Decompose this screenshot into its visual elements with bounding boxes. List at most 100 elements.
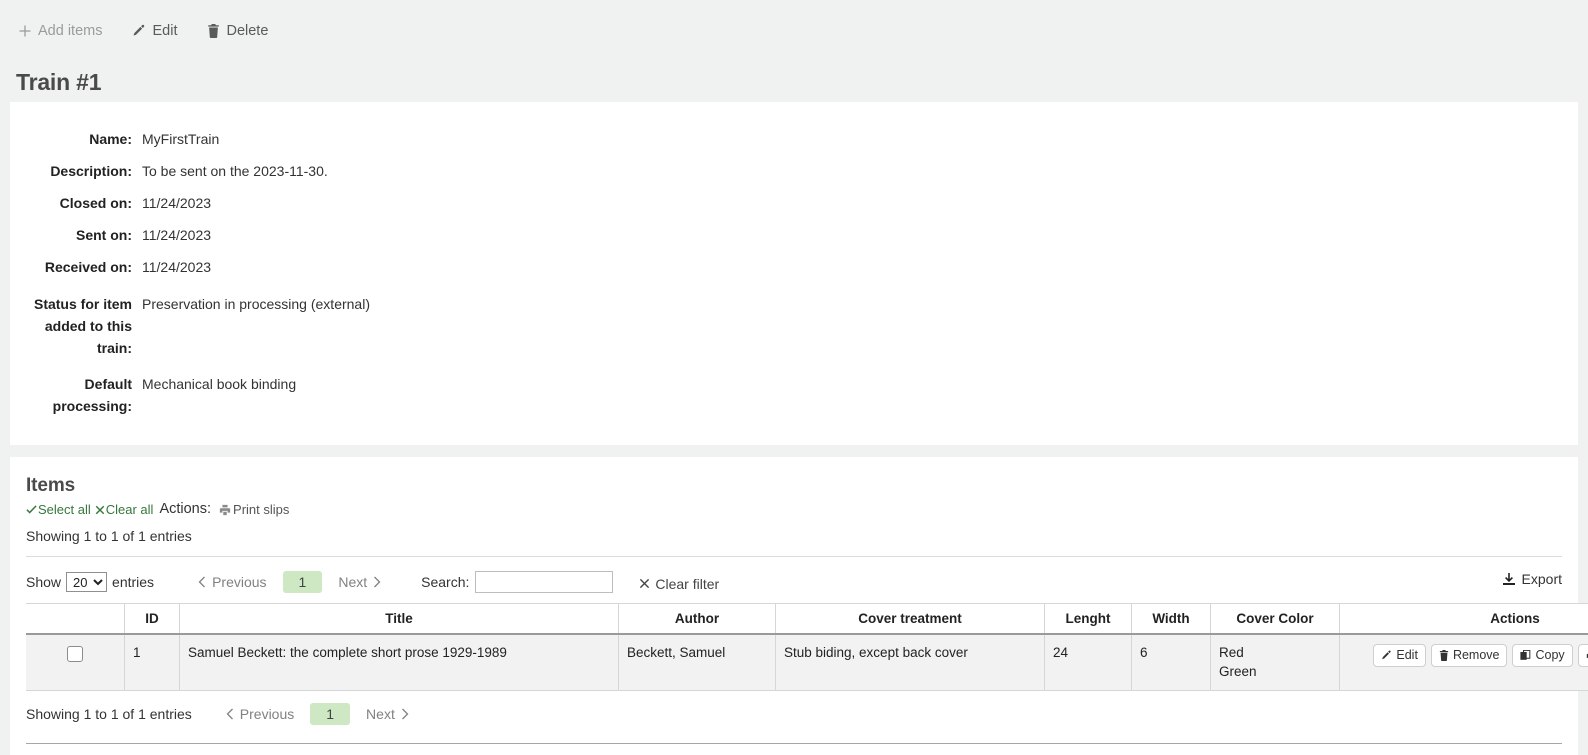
column-header-author[interactable]: Author	[619, 604, 776, 635]
x-icon	[95, 505, 105, 515]
page-length-select[interactable]: 20	[66, 572, 107, 592]
page-1-button-bottom[interactable]: 1	[310, 703, 350, 725]
pencil-icon	[132, 24, 146, 38]
detail-row-status: Status for item added to this train: Pre…	[10, 293, 1578, 359]
printer-icon	[219, 504, 231, 516]
search-input[interactable]	[475, 571, 613, 593]
clear-all-label: Clear all	[106, 502, 154, 518]
detail-value-default-processing: Mechanical book binding	[142, 373, 296, 395]
column-header-select[interactable]	[26, 604, 125, 635]
detail-value-description: To be sent on the 2023-11-30.	[142, 160, 328, 182]
table-row: 1 Samuel Beckett: the complete short pro…	[26, 634, 1588, 690]
column-header-width[interactable]: Width	[1132, 604, 1211, 635]
show-label: Show	[26, 574, 61, 590]
page-length-control: Show 20 entries	[26, 572, 154, 592]
add-items-button[interactable]: Add items	[16, 20, 104, 43]
column-header-lenght[interactable]: Lenght	[1045, 604, 1132, 635]
clear-filter-button[interactable]: Clear filter	[639, 576, 719, 592]
row-edit-button[interactable]: Edit	[1373, 644, 1426, 667]
row-print-slip-button[interactable]: Print slip	[1578, 644, 1588, 667]
detail-value-received-on: 11/24/2023	[142, 256, 211, 278]
train-detail-list: Name: MyFirstTrain Description: To be se…	[10, 128, 1578, 417]
detail-row-sent-on: Sent on: 11/24/2023	[10, 224, 1578, 246]
column-header-actions[interactable]: Actions	[1340, 604, 1588, 635]
download-icon	[1502, 572, 1516, 586]
showing-entries-top: Showing 1 to 1 of 1 entries	[26, 528, 1562, 544]
copy-icon	[1520, 650, 1531, 661]
cell-cover-color: Red Green	[1211, 634, 1340, 690]
entries-label: entries	[112, 574, 154, 590]
select-all-link[interactable]: Select all	[26, 502, 91, 518]
row-checkbox[interactable]	[67, 646, 83, 662]
showing-entries-bottom: Showing 1 to 1 of 1 entries	[26, 706, 192, 722]
pagination-top: Previous 1 Next	[186, 571, 393, 593]
edit-button[interactable]: Edit	[130, 20, 179, 43]
delete-label: Delete	[226, 24, 268, 39]
column-header-id[interactable]: ID	[125, 604, 180, 635]
detail-row-description: Description: To be sent on the 2023-11-3…	[10, 160, 1578, 182]
detail-value-status: Preservation in processing (external)	[142, 293, 370, 315]
page-title: Train #1	[0, 62, 1588, 102]
chevron-right-icon	[401, 708, 409, 720]
previous-label-bottom: Previous	[240, 706, 294, 722]
detail-row-closed-on: Closed on: 11/24/2023	[10, 192, 1578, 214]
select-all-label: Select all	[38, 502, 91, 518]
next-button-top[interactable]: Next	[326, 571, 393, 593]
items-table-head: ID Title Author Cover treatment Lenght W…	[26, 604, 1588, 635]
detail-row-name: Name: MyFirstTrain	[10, 128, 1578, 150]
cell-width: 6	[1132, 634, 1211, 690]
cell-lenght: 24	[1045, 634, 1132, 690]
cell-author: Beckett, Samuel	[619, 634, 776, 690]
train-detail-card: Name: MyFirstTrain Description: To be se…	[10, 102, 1578, 445]
detail-label-name: Name:	[10, 128, 132, 150]
detail-label-closed-on: Closed on:	[10, 192, 132, 214]
cover-color-line-2: Green	[1219, 663, 1331, 681]
search-control: Search:	[421, 571, 613, 593]
clear-filter-label: Clear filter	[655, 576, 719, 592]
items-table-body: 1 Samuel Beckett: the complete short pro…	[26, 634, 1588, 690]
trash-icon	[207, 24, 220, 38]
column-header-cover-color[interactable]: Cover Color	[1211, 604, 1340, 635]
detail-label-default-processing: Default processing:	[10, 373, 132, 417]
print-slips-link[interactable]: Print slips	[219, 502, 289, 518]
next-label-top: Next	[338, 574, 367, 590]
export-button[interactable]: Export	[1502, 571, 1562, 587]
plus-icon	[18, 24, 32, 38]
datatable-bottom: Showing 1 to 1 of 1 entries Previous 1 N…	[26, 691, 1562, 725]
datatable-controls: Show 20 entries Previous 1 Next	[26, 557, 1562, 603]
detail-label-received-on: Received on:	[10, 256, 132, 278]
clear-all-link[interactable]: Clear all	[95, 502, 154, 518]
items-table: ID Title Author Cover treatment Lenght W…	[26, 603, 1588, 690]
chevron-left-icon	[226, 708, 234, 720]
row-remove-label: Remove	[1453, 648, 1500, 663]
cell-title: Samuel Beckett: the complete short prose…	[180, 634, 619, 690]
detail-value-name: MyFirstTrain	[142, 128, 219, 150]
add-items-label: Add items	[38, 24, 102, 39]
previous-button-bottom[interactable]: Previous	[214, 703, 306, 725]
card-gap	[0, 445, 1588, 457]
column-header-title[interactable]: Title	[180, 604, 619, 635]
cover-color-line-1: Red	[1219, 644, 1331, 662]
row-copy-button[interactable]: Copy	[1512, 644, 1572, 667]
cell-cover-treatment: Stub biding, except back cover	[776, 634, 1045, 690]
pencil-icon	[1381, 650, 1392, 661]
next-button-bottom[interactable]: Next	[354, 703, 421, 725]
column-header-cover-treatment[interactable]: Cover treatment	[776, 604, 1045, 635]
export-label: Export	[1522, 571, 1562, 587]
chevron-right-icon	[373, 576, 381, 588]
items-card: Items Select all Clear all Actions: Prin…	[10, 457, 1578, 755]
print-slips-label: Print slips	[233, 502, 289, 518]
cell-actions: Edit Remove	[1340, 634, 1588, 690]
items-bulk-actions: Select all Clear all Actions: Print slip…	[26, 501, 1562, 518]
delete-button[interactable]: Delete	[205, 20, 270, 43]
row-edit-label: Edit	[1396, 648, 1418, 663]
chevron-left-icon	[198, 576, 206, 588]
page-1-button-top[interactable]: 1	[283, 571, 323, 593]
next-label-bottom: Next	[366, 706, 395, 722]
detail-row-default-processing: Default processing: Mechanical book bind…	[10, 373, 1578, 417]
row-remove-button[interactable]: Remove	[1431, 644, 1508, 667]
previous-button-top[interactable]: Previous	[186, 571, 278, 593]
row-copy-label: Copy	[1535, 648, 1564, 663]
actions-label: Actions:	[159, 501, 211, 518]
top-toolbar: Add items Edit Delete	[0, 0, 1588, 62]
